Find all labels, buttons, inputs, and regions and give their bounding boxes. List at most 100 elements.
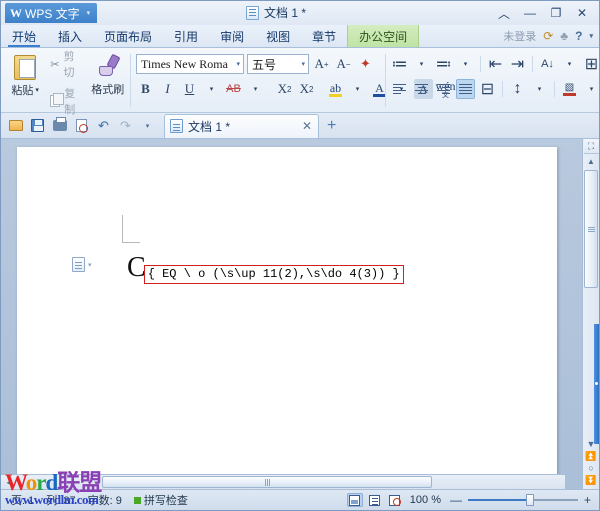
shading-color-swatch — [563, 92, 576, 96]
help-icon[interactable]: ? — [575, 29, 582, 43]
cut-label: 剪切 — [63, 51, 75, 79]
subscript-button[interactable]: X2 — [297, 79, 316, 99]
increase-indent-button[interactable]: ⇥ — [508, 54, 527, 74]
bullets-button[interactable]: ≔ — [390, 54, 409, 74]
web-view-button[interactable] — [387, 493, 403, 507]
redo-button[interactable]: ↷ — [115, 115, 136, 136]
collapse-ribbon-button[interactable]: ︿ — [491, 3, 517, 23]
maximize-button[interactable]: ❐ — [543, 3, 569, 23]
line-spacing-caret-icon[interactable]: ▾ — [530, 79, 549, 99]
undo-button[interactable]: ↶ — [93, 115, 114, 136]
document-page[interactable]: ▾ C { EQ \ o (\s\up 11(2),\s\do 4(3)) } — [17, 147, 557, 477]
clipboard-icon — [12, 53, 38, 81]
sort-button[interactable]: A↓ — [538, 54, 557, 74]
grow-font-button[interactable]: A + — [312, 54, 331, 74]
next-page-button[interactable]: ⏬ — [585, 476, 596, 485]
split-window-icon[interactable]: ⛶ — [583, 139, 599, 154]
font-size-combobox[interactable]: 五号 ▾ — [247, 54, 309, 74]
tab-start[interactable]: 开始 — [1, 25, 47, 47]
spellcheck-status-dot — [133, 496, 141, 504]
shading-button[interactable]: ▧ — [560, 79, 579, 99]
vertical-scroll-thumb[interactable] — [584, 170, 598, 288]
help-caret-icon[interactable]: ▾ — [589, 32, 593, 40]
font-name-combobox[interactable]: Times New Roma ▾ — [136, 54, 244, 74]
shrink-font-button[interactable]: A − — [334, 54, 353, 74]
line-spacing-button[interactable]: ↕ — [508, 79, 527, 99]
page-indicator[interactable]: 页: 1 — [5, 492, 40, 508]
horizontal-scrollbar[interactable]: ◂ — [1, 474, 565, 489]
copy-button[interactable]: 复制 — [47, 84, 86, 118]
cut-button[interactable]: ✂ 剪切 — [47, 47, 86, 81]
new-tab-button[interactable]: + — [320, 117, 343, 134]
distribute-button[interactable]: ⊟ — [478, 79, 497, 99]
page-container: ▾ C { EQ \ o (\s\up 11(2),\s\do 4(3)) } … — [1, 139, 582, 489]
customize-quick-access-button[interactable]: ▾ — [137, 115, 158, 136]
previous-page-button[interactable]: ⏫ — [585, 452, 596, 461]
shading-caret-icon[interactable]: ▾ — [582, 79, 600, 99]
wps-app-button[interactable]: W WPS 文字 ▾ — [5, 3, 98, 23]
align-left-button[interactable] — [390, 79, 409, 99]
strikethrough-caret-icon[interactable]: ▾ — [246, 79, 265, 99]
numbering-button[interactable]: ≕ — [434, 54, 453, 74]
minimize-button[interactable]: — — [517, 3, 543, 23]
zoom-level-label[interactable]: 100 % — [407, 494, 444, 506]
zoom-in-button[interactable]: + — [582, 493, 593, 507]
tab-references[interactable]: 引用 — [163, 25, 209, 47]
bullets-caret-icon[interactable]: ▾ — [412, 54, 431, 74]
text-boundary-marker — [122, 215, 140, 243]
save-button[interactable] — [27, 115, 48, 136]
close-icon[interactable]: ✕ — [282, 119, 312, 133]
highlight-button[interactable]: ab — [326, 79, 345, 99]
tab-view[interactable]: 视图 — [255, 25, 301, 47]
vertical-scrollbar[interactable]: ⛶ ▲ ▼ ⏫ ○ ⏬ — [582, 139, 599, 489]
bold-button[interactable]: B — [136, 79, 155, 99]
tab-page-layout[interactable]: 页面布局 — [93, 25, 163, 47]
print-button[interactable] — [49, 115, 70, 136]
column-indicator[interactable]: 列: 37 — [40, 492, 81, 508]
clear-formatting-icon[interactable]: ✦ — [356, 54, 375, 74]
page-view-button[interactable] — [346, 493, 363, 507]
paste-options-smart-tag[interactable]: ▾ — [72, 257, 92, 272]
align-right-button[interactable] — [434, 79, 453, 99]
horizontal-scroll-thumb[interactable] — [102, 476, 432, 488]
tab-office-space[interactable]: 办公空间 — [347, 25, 420, 47]
scroll-left-button[interactable]: ◂ — [1, 475, 16, 490]
shirt-icon[interactable]: ♣ — [560, 29, 568, 43]
document-tab-label: 文档 1 * — [188, 119, 231, 134]
format-painter-button[interactable]: 格式刷 — [89, 50, 127, 112]
decrease-indent-button[interactable]: ⇤ — [486, 54, 505, 74]
title-bar: W WPS 文字 ▾ 文档 1 * ︿ — ❐ ✕ — [1, 1, 599, 25]
highlight-caret-icon[interactable]: ▾ — [348, 79, 367, 99]
paste-button[interactable]: 粘贴 ▾ — [5, 50, 45, 112]
zoom-slider-thumb[interactable] — [525, 494, 534, 506]
open-button[interactable] — [5, 115, 26, 136]
align-center-icon — [415, 83, 428, 95]
underline-button[interactable]: U — [180, 79, 199, 99]
strikethrough-button[interactable]: AB — [224, 79, 243, 99]
tab-review[interactable]: 审阅 — [209, 25, 255, 47]
align-center-button[interactable] — [412, 79, 431, 99]
scroll-up-button[interactable]: ▲ — [583, 154, 600, 169]
align-left-icon — [393, 83, 406, 95]
sync-icon[interactable]: ⟳ — [543, 29, 553, 43]
borders-grid-button[interactable]: ⊞ — [582, 54, 600, 74]
align-justify-button[interactable] — [456, 79, 475, 99]
italic-button[interactable]: I — [158, 79, 177, 99]
spellcheck-indicator[interactable]: 拼写检查 — [128, 492, 194, 508]
print-preview-button[interactable] — [71, 115, 92, 136]
close-button[interactable]: ✕ — [569, 3, 595, 23]
document-tab[interactable]: 文档 1 * ✕ — [164, 113, 319, 138]
login-status-label[interactable]: 未登录 — [503, 28, 536, 44]
underline-caret-icon[interactable]: ▾ — [202, 79, 221, 99]
sort-caret-icon[interactable]: ▾ — [560, 54, 579, 74]
tab-section[interactable]: 章节 — [301, 25, 347, 47]
zoom-slider[interactable] — [467, 494, 578, 506]
select-browse-object-button[interactable]: ○ — [588, 464, 593, 473]
outline-view-button[interactable] — [367, 493, 383, 507]
eq-field-code[interactable]: { EQ \ o (\s\up 11(2),\s\do 4(3)) } — [143, 265, 404, 284]
zoom-out-button[interactable]: — — [448, 493, 464, 507]
superscript-button[interactable]: X2 — [275, 79, 294, 99]
word-count-indicator[interactable]: 字数: 9 — [82, 492, 128, 508]
numbering-caret-icon[interactable]: ▾ — [456, 54, 475, 74]
tab-insert[interactable]: 插入 — [47, 25, 93, 47]
